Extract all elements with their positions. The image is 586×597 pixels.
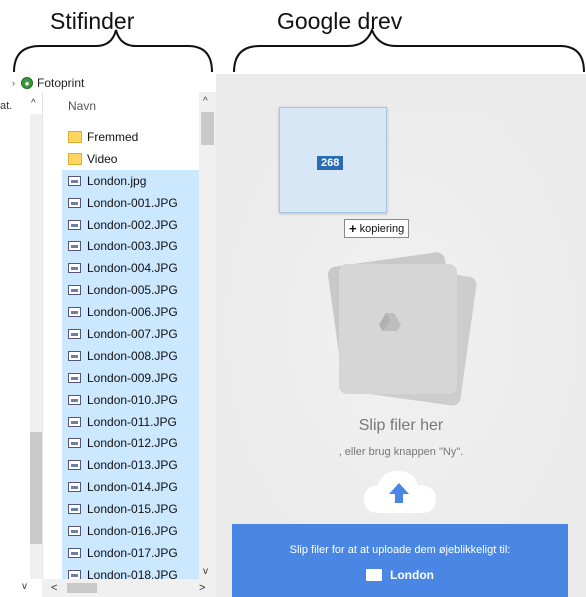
drag-count-badge: 268 <box>317 156 344 170</box>
file-name: London-005.JPG <box>87 283 178 298</box>
file-name: London-014.JPG <box>87 480 178 495</box>
file-row[interactable]: London-012.JPG <box>62 432 199 455</box>
image-file-icon <box>68 525 81 536</box>
scroll-down-icon[interactable]: v <box>203 566 208 577</box>
file-name: London-009.JPG <box>87 370 178 385</box>
chevron-right-icon: › <box>12 78 15 88</box>
horizontal-scroll-thumb[interactable] <box>67 583 97 593</box>
folder-icon <box>366 569 382 581</box>
file-name: London-007.JPG <box>87 326 178 341</box>
folder-icon <box>68 152 82 165</box>
drop-title: Slip filer her <box>358 417 444 434</box>
file-row[interactable]: London.jpg <box>62 169 199 192</box>
column-header-name[interactable]: Navn <box>62 92 199 116</box>
image-file-icon <box>68 285 81 296</box>
file-row[interactable]: Video <box>62 148 199 170</box>
image-file-icon <box>68 241 81 252</box>
file-name: London-011.JPG <box>87 414 177 429</box>
file-explorer: › ● Fotoprint at. ^ Navn Fremmed Video Lon… <box>0 74 216 597</box>
scroll-thumb[interactable] <box>201 112 214 145</box>
file-row[interactable]: London-003.JPG <box>62 235 199 258</box>
file-name: Video <box>87 151 118 166</box>
folder-sync-icon: ● <box>21 77 33 89</box>
image-file-icon <box>68 175 81 186</box>
google-drive-drop-area[interactable]: 268 + kopiering Slip filer her , eller b… <box>216 74 586 597</box>
annotation-braces <box>13 27 585 73</box>
file-row[interactable]: London-015.JPG <box>62 498 199 521</box>
file-name: London-015.JPG <box>87 502 178 517</box>
folder-icon <box>68 130 82 143</box>
file-row[interactable]: London-007.JPG <box>62 323 199 345</box>
drag-preview: 268 <box>279 107 387 213</box>
file-row[interactable]: London-016.JPG <box>62 520 199 542</box>
file-name: London-016.JPG <box>87 523 178 538</box>
file-row[interactable]: London-006.JPG <box>62 301 199 324</box>
chevron-up-icon[interactable]: ^ <box>31 98 36 109</box>
image-file-icon <box>68 307 81 318</box>
scroll-left-icon[interactable]: < <box>51 582 57 594</box>
image-file-icon <box>68 394 81 405</box>
file-rows: Fremmed Video London.jpg London-001.JPG Lond… <box>62 126 199 586</box>
image-file-icon <box>68 438 81 449</box>
file-name: London.jpg <box>87 173 147 188</box>
navigation-pane: at. ^ <box>0 92 43 597</box>
file-name: London-004.JPG <box>87 261 178 276</box>
banner-destination: London <box>232 568 568 582</box>
image-file-icon <box>68 460 81 471</box>
file-row[interactable]: London-009.JPG <box>62 366 199 389</box>
file-name: London-006.JPG <box>87 305 178 320</box>
file-row[interactable]: London-002.JPG <box>62 213 199 236</box>
nav-scroll-thumb[interactable] <box>30 432 42 544</box>
image-file-icon <box>68 197 81 208</box>
banner-message: Slip filer for at at uploade dem øjeblik… <box>289 544 511 556</box>
drive-logo-icon <box>379 313 401 331</box>
copy-tooltip-label: kopiering <box>359 222 405 235</box>
scroll-up-icon[interactable]: ^ <box>203 96 208 107</box>
file-row[interactable]: London-004.JPG <box>62 257 199 280</box>
file-list: Navn Fremmed Video London.jpg London-001.JP… <box>62 92 199 586</box>
file-row[interactable]: London-005.JPG <box>62 279 199 302</box>
nav-dropdown-icon[interactable]: v <box>22 581 27 592</box>
column-header-label: Navn <box>68 99 97 113</box>
scroll-right-icon[interactable]: > <box>199 582 205 594</box>
file-name: London-003.JPG <box>87 239 178 254</box>
image-file-icon <box>68 219 81 230</box>
file-row[interactable]: London-013.JPG <box>62 454 199 477</box>
file-name: London-010.JPG <box>87 392 178 407</box>
file-row[interactable]: London-010.JPG <box>62 388 199 411</box>
image-file-icon <box>68 482 81 493</box>
image-file-icon <box>68 350 81 361</box>
breadcrumb-label: Fotoprint <box>37 76 85 90</box>
image-file-icon <box>68 372 81 383</box>
plus-icon: + <box>349 221 357 236</box>
image-file-icon <box>68 328 81 339</box>
file-row[interactable]: London-001.JPG <box>62 191 199 214</box>
file-row[interactable]: London-014.JPG <box>62 476 199 499</box>
horizontal-scrollbar[interactable]: < > <box>42 579 216 597</box>
file-row[interactable]: London-017.JPG <box>62 541 199 564</box>
drop-subtitle: , eller brug knappen "Ny". <box>338 446 464 458</box>
image-file-icon <box>68 263 81 274</box>
file-name: London-013.JPG <box>87 458 178 473</box>
file-name: London-001.JPG <box>87 195 178 210</box>
file-name: London-012.JPG <box>87 436 178 451</box>
image-file-icon <box>68 504 81 515</box>
file-row[interactable]: London-011.JPG <box>62 410 199 433</box>
nav-pane-label: at. <box>0 100 13 112</box>
copy-tooltip: + kopiering <box>344 219 410 238</box>
file-list-scrollbar[interactable]: ^ v <box>199 92 216 579</box>
cloud-upload-icon <box>364 471 436 513</box>
file-row[interactable]: London-008.JPG <box>62 344 199 367</box>
image-file-icon <box>68 416 81 427</box>
upload-destination-banner: Slip filer for at at uploade dem øjeblik… <box>232 524 568 597</box>
banner-folder-name: London <box>390 568 434 582</box>
file-name: London-002.JPG <box>87 217 178 232</box>
file-name: Fremmed <box>87 129 139 144</box>
file-name: London-008.JPG <box>87 348 178 363</box>
breadcrumb[interactable]: › ● Fotoprint <box>0 74 216 92</box>
file-row[interactable]: Fremmed <box>62 126 199 148</box>
image-file-icon <box>68 547 81 558</box>
file-name: London-017.JPG <box>87 545 178 560</box>
